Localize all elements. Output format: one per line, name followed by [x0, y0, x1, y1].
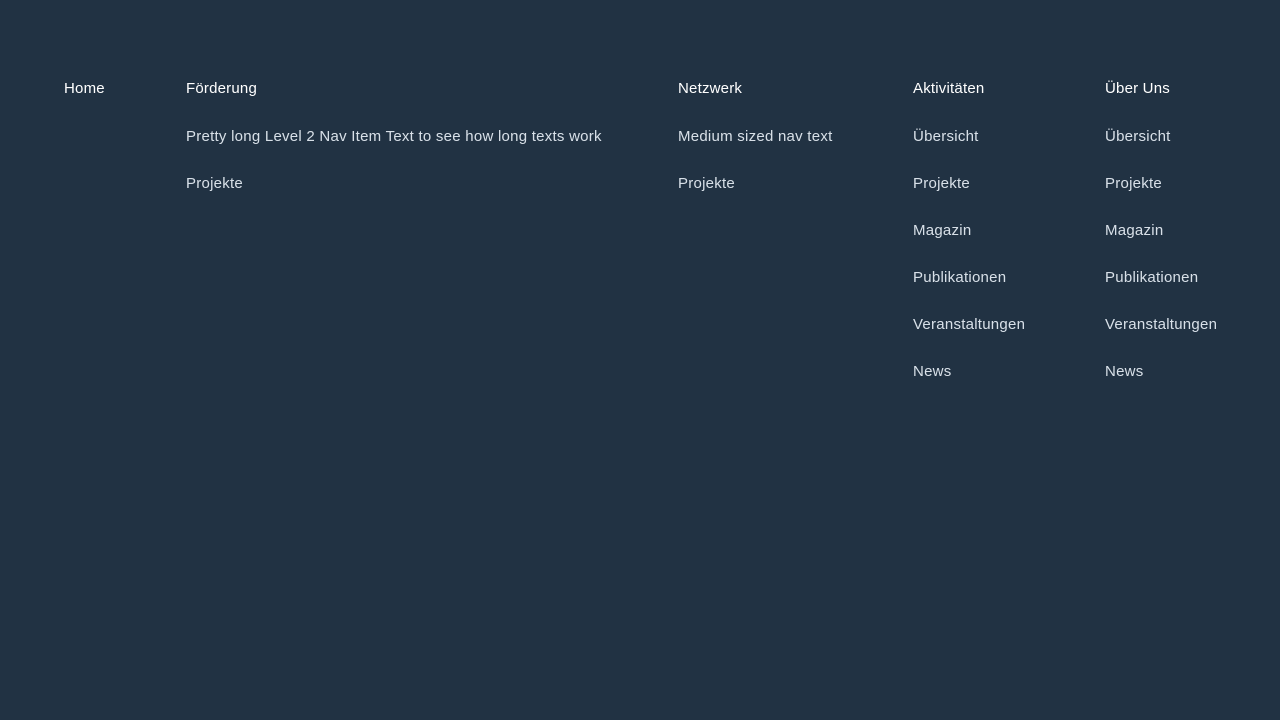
subnav-list-item: Publikationen	[913, 268, 1025, 287]
subnav-link-news[interactable]: News	[913, 362, 1025, 381]
subnav-link-long-text[interactable]: Pretty long Level 2 Nav Item Text to see…	[186, 127, 602, 146]
nav-item-home[interactable]: Home	[64, 79, 105, 98]
subnav-link-publikationen[interactable]: Publikationen	[913, 268, 1025, 287]
nav-column-home: Home	[64, 79, 105, 98]
subnav-link-uebersicht[interactable]: Übersicht	[1105, 127, 1217, 146]
nav-column-ueber-uns: Über Uns Übersicht Projekte Magazin Publ…	[1105, 79, 1217, 409]
subnav-list-item: News	[913, 362, 1025, 381]
subnav-netzwerk: Medium sized nav text Projekte	[678, 127, 832, 193]
subnav-foerderung: Pretty long Level 2 Nav Item Text to see…	[186, 127, 602, 193]
subnav-list-item: Pretty long Level 2 Nav Item Text to see…	[186, 127, 602, 146]
nav-column-aktivitaeten: Aktivitäten Übersicht Projekte Magazin P…	[913, 79, 1025, 409]
subnav-list-item: Veranstaltungen	[913, 315, 1025, 334]
subnav-list-item: Magazin	[913, 221, 1025, 240]
subnav-link-veranstaltungen[interactable]: Veranstaltungen	[913, 315, 1025, 334]
subnav-link-projekte[interactable]: Projekte	[186, 174, 602, 193]
subnav-ueber-uns: Übersicht Projekte Magazin Publikationen…	[1105, 127, 1217, 381]
subnav-list-item: Medium sized nav text	[678, 127, 832, 146]
subnav-list-item: Übersicht	[913, 127, 1025, 146]
subnav-link-publikationen[interactable]: Publikationen	[1105, 268, 1217, 287]
nav-item-foerderung[interactable]: Förderung	[186, 79, 602, 98]
subnav-list-item: Projekte	[1105, 174, 1217, 193]
nav-column-netzwerk: Netzwerk Medium sized nav text Projekte	[678, 79, 832, 221]
subnav-link-projekte[interactable]: Projekte	[678, 174, 832, 193]
subnav-list-item: Publikationen	[1105, 268, 1217, 287]
subnav-list-item: Projekte	[678, 174, 832, 193]
subnav-link-news[interactable]: News	[1105, 362, 1217, 381]
nav-item-ueber-uns[interactable]: Über Uns	[1105, 79, 1217, 98]
subnav-list-item: News	[1105, 362, 1217, 381]
main-navigation: Home Förderung Pretty long Level 2 Nav I…	[0, 0, 1280, 720]
nav-column-foerderung: Förderung Pretty long Level 2 Nav Item T…	[186, 79, 602, 221]
nav-item-netzwerk[interactable]: Netzwerk	[678, 79, 832, 98]
subnav-list-item: Projekte	[913, 174, 1025, 193]
subnav-link-veranstaltungen[interactable]: Veranstaltungen	[1105, 315, 1217, 334]
subnav-link-projekte[interactable]: Projekte	[913, 174, 1025, 193]
subnav-list-item: Magazin	[1105, 221, 1217, 240]
subnav-link-medium-text[interactable]: Medium sized nav text	[678, 127, 832, 146]
subnav-aktivitaeten: Übersicht Projekte Magazin Publikationen…	[913, 127, 1025, 381]
subnav-link-magazin[interactable]: Magazin	[1105, 221, 1217, 240]
subnav-list-item: Projekte	[186, 174, 602, 193]
subnav-list-item: Übersicht	[1105, 127, 1217, 146]
subnav-link-projekte[interactable]: Projekte	[1105, 174, 1217, 193]
subnav-link-uebersicht[interactable]: Übersicht	[913, 127, 1025, 146]
nav-item-aktivitaeten[interactable]: Aktivitäten	[913, 79, 1025, 98]
subnav-link-magazin[interactable]: Magazin	[913, 221, 1025, 240]
subnav-list-item: Veranstaltungen	[1105, 315, 1217, 334]
